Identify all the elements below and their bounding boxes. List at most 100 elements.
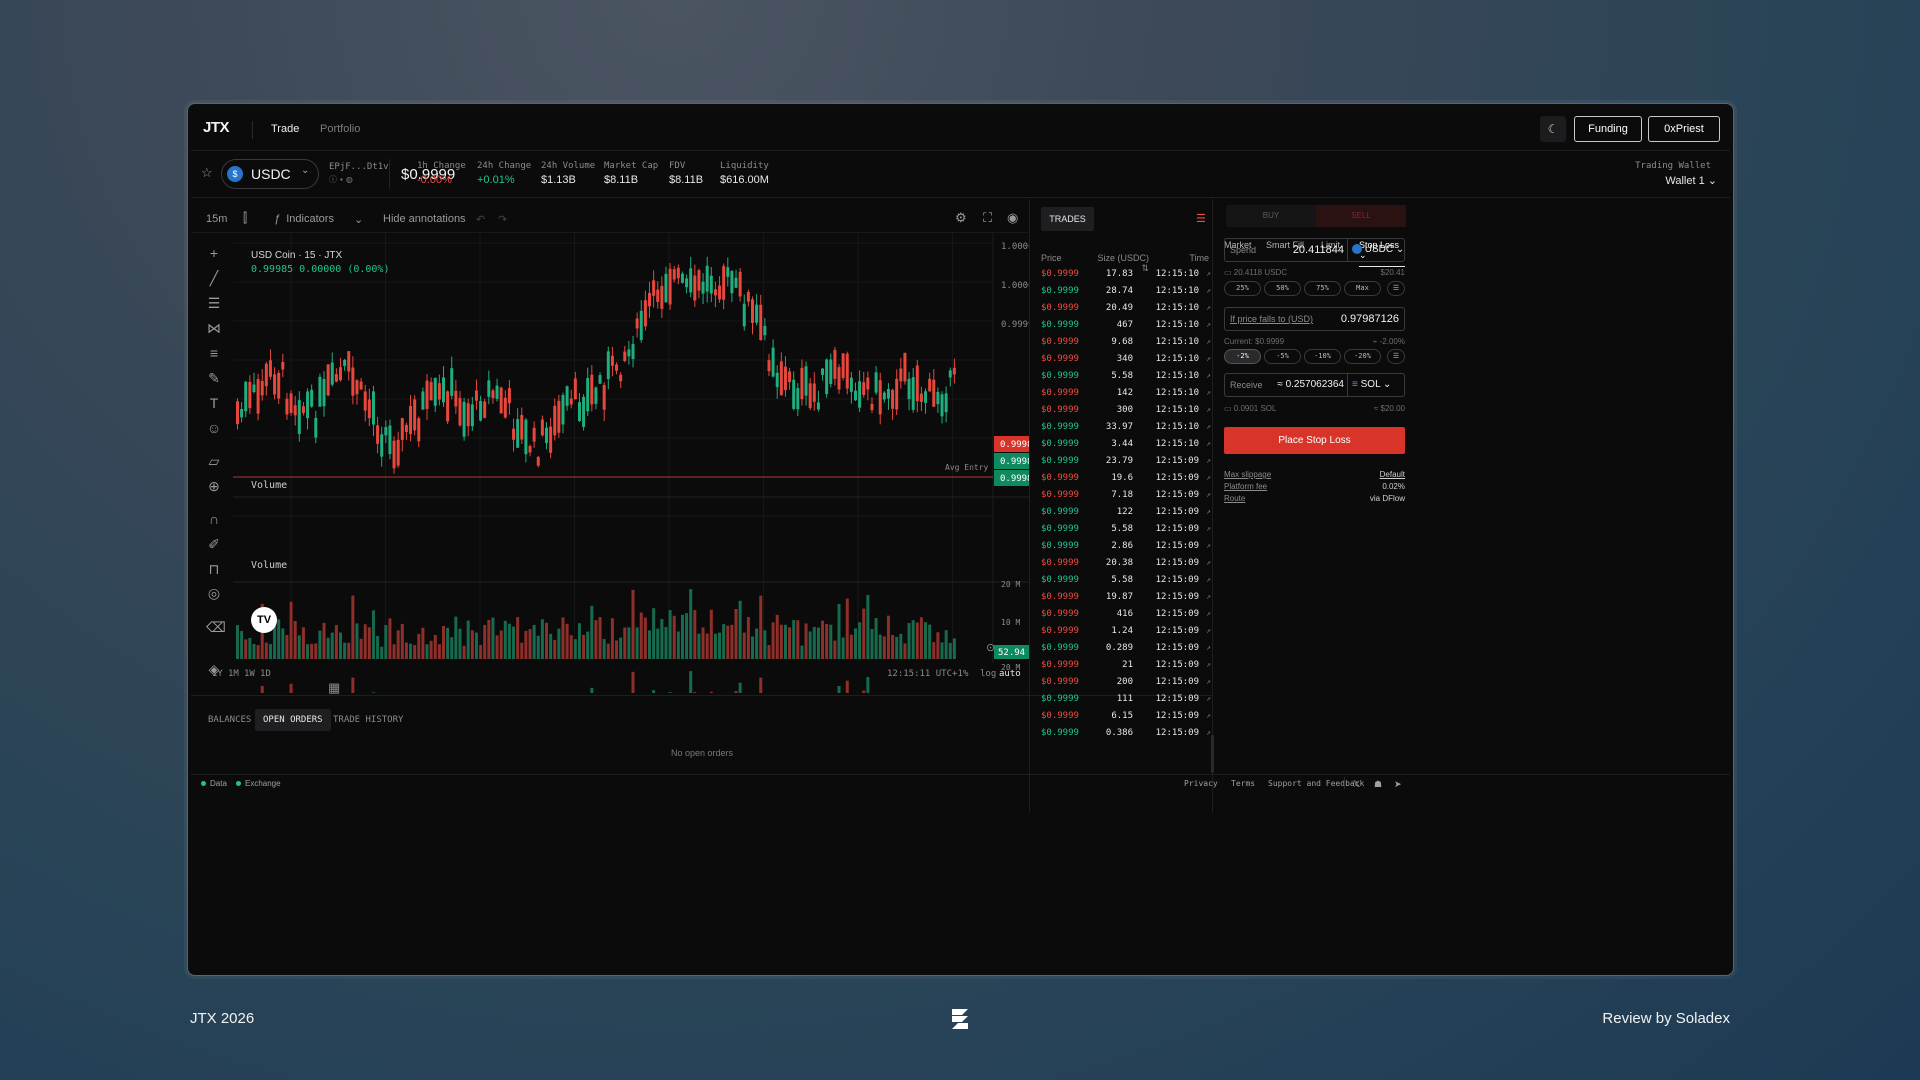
external-link-icon[interactable]: ↗ bbox=[1206, 694, 1211, 703]
crosshair-icon[interactable]: + bbox=[206, 245, 222, 261]
lock-drawing-icon[interactable]: ✐ bbox=[206, 536, 222, 552]
external-link-icon[interactable]: ↗ bbox=[1206, 269, 1211, 278]
amount-chip[interactable]: 25% bbox=[1224, 281, 1261, 296]
account-button[interactable]: 0xPriest bbox=[1648, 116, 1720, 142]
tab-trade-history[interactable]: TRADE HISTORY bbox=[325, 709, 411, 731]
external-link-icon[interactable]: ↗ bbox=[1206, 320, 1211, 329]
lock-icon[interactable]: ⊓ bbox=[206, 561, 222, 577]
amount-chip[interactable]: 75% bbox=[1304, 281, 1341, 296]
meta-label[interactable]: Platform fee bbox=[1224, 482, 1267, 491]
external-link-icon[interactable]: ↗ bbox=[1206, 728, 1211, 737]
tradingview-logo[interactable]: TV bbox=[251, 607, 277, 633]
price-chart[interactable]: 1.000051.000000.999950.999800.99975Avg E… bbox=[233, 233, 1029, 693]
interval-selector[interactable]: 15m bbox=[206, 213, 227, 225]
nav-trade-link[interactable]: Trade bbox=[271, 123, 299, 135]
telegram-icon[interactable]: ➤ bbox=[1394, 779, 1402, 790]
receive-token-selector[interactable]: ≡ SOL ⌄ bbox=[1352, 379, 1391, 390]
support-link[interactable]: Support and Feedback bbox=[1268, 779, 1364, 788]
external-link-icon[interactable]: ↗ bbox=[1206, 558, 1211, 567]
undo-icon[interactable]: ↶ bbox=[476, 213, 485, 226]
trash-icon[interactable]: ⌫ bbox=[206, 619, 226, 635]
eye-icon[interactable]: ◎ bbox=[206, 585, 222, 601]
sell-tab[interactable]: SELL bbox=[1316, 205, 1406, 227]
external-link-icon[interactable]: ↗ bbox=[1206, 677, 1211, 686]
meta-label[interactable]: Route bbox=[1224, 494, 1245, 503]
fib-icon[interactable]: ≡ bbox=[206, 345, 222, 361]
log-scale[interactable]: log bbox=[980, 669, 996, 679]
range-button[interactable]: 1Y bbox=[212, 669, 223, 679]
external-link-icon[interactable]: ↗ bbox=[1206, 626, 1211, 635]
external-link-icon[interactable]: ↗ bbox=[1206, 643, 1211, 652]
percent-chip[interactable]: -2% bbox=[1224, 349, 1261, 364]
auto-scale[interactable]: auto bbox=[999, 669, 1021, 679]
camera-icon[interactable]: ◉ bbox=[1007, 210, 1018, 226]
discord-icon[interactable]: ☗ bbox=[1374, 779, 1382, 790]
range-button[interactable]: 1D bbox=[260, 669, 271, 679]
magnet-icon[interactable]: ∩ bbox=[206, 511, 222, 527]
external-link-icon[interactable]: ↗ bbox=[1206, 490, 1211, 499]
tab-balances[interactable]: BALANCES bbox=[200, 709, 259, 731]
percent-chip[interactable]: -5% bbox=[1264, 349, 1301, 364]
ruler-icon[interactable]: ▱ bbox=[206, 453, 222, 469]
external-link-icon[interactable]: ↗ bbox=[1206, 711, 1211, 720]
external-link-icon[interactable]: ↗ bbox=[1206, 422, 1211, 431]
emoji-icon[interactable]: ☺ bbox=[206, 420, 222, 436]
amount-chip[interactable]: 50% bbox=[1264, 281, 1301, 296]
external-link-icon[interactable]: ↗ bbox=[1206, 439, 1211, 448]
external-link-icon[interactable]: ↗ bbox=[1206, 456, 1211, 465]
brush-icon[interactable]: ✎ bbox=[206, 370, 222, 386]
external-link-icon[interactable]: ↗ bbox=[1206, 337, 1211, 346]
pattern-icon[interactable]: ⋈ bbox=[206, 320, 222, 336]
external-link-icon[interactable]: ↗ bbox=[1206, 507, 1211, 516]
scrollbar[interactable] bbox=[1211, 735, 1214, 773]
funding-button[interactable]: Funding bbox=[1574, 116, 1642, 142]
indicators-button[interactable]: ƒ Indicators bbox=[274, 213, 334, 225]
percent-chip[interactable]: -20% bbox=[1344, 349, 1381, 364]
external-link-icon[interactable]: ↗ bbox=[1206, 371, 1211, 380]
external-link-icon[interactable]: ↗ bbox=[1206, 354, 1211, 363]
external-link-icon[interactable]: ↗ bbox=[1206, 388, 1211, 397]
chart-settings-icon[interactable]: ⊙ bbox=[986, 641, 995, 654]
privacy-link[interactable]: Privacy bbox=[1184, 779, 1218, 788]
nav-portfolio-link[interactable]: Portfolio bbox=[320, 123, 360, 135]
place-stop-loss-button[interactable]: Place Stop Loss bbox=[1224, 427, 1405, 454]
orderbook-toggle-icon[interactable]: ☰ bbox=[1196, 212, 1206, 225]
hide-annotations-button[interactable]: Hide annotations bbox=[383, 213, 466, 225]
horizontal-lines-icon[interactable]: ☰ bbox=[206, 295, 222, 311]
percent-scale[interactable]: % bbox=[963, 669, 968, 679]
x-icon[interactable]: 𝕏 bbox=[1353, 779, 1360, 790]
trendline-icon[interactable]: ╱ bbox=[206, 270, 222, 286]
external-link-icon[interactable]: ↗ bbox=[1206, 405, 1211, 414]
fullscreen-icon[interactable]: ⛶ bbox=[983, 210, 992, 226]
external-link-icon[interactable]: ↗ bbox=[1206, 541, 1211, 550]
trigger-input[interactable]: 0.97987126 bbox=[1331, 313, 1399, 325]
meta-label[interactable]: Max slippage bbox=[1224, 470, 1271, 479]
star-icon[interactable]: ☆ bbox=[201, 165, 213, 181]
percent-chip[interactable]: -10% bbox=[1304, 349, 1341, 364]
calendar-icon[interactable]: ▦ bbox=[328, 680, 340, 696]
redo-icon[interactable]: ↷ bbox=[498, 213, 507, 226]
chevron-down-icon[interactable]: ⌄ bbox=[354, 213, 363, 226]
buy-tab[interactable]: BUY bbox=[1226, 205, 1316, 227]
external-link-icon[interactable]: ↗ bbox=[1206, 575, 1211, 584]
range-button[interactable]: 1M bbox=[228, 669, 239, 679]
custom-percent-icon[interactable]: ☰ bbox=[1387, 349, 1405, 364]
tab-open-orders[interactable]: OPEN ORDERS bbox=[255, 709, 331, 731]
theme-toggle-button[interactable]: ☾ bbox=[1540, 116, 1566, 142]
candle-type-icon[interactable]: ⫿ bbox=[243, 210, 247, 226]
spend-token-selector[interactable]: USDC ⌄ bbox=[1352, 244, 1404, 255]
external-link-icon[interactable]: ↗ bbox=[1206, 303, 1211, 312]
amount-chip[interactable]: Max bbox=[1344, 281, 1381, 296]
tab-trades[interactable]: TRADES bbox=[1041, 207, 1094, 231]
meta-value[interactable]: Default bbox=[1345, 470, 1405, 479]
external-link-icon[interactable]: ↗ bbox=[1206, 286, 1211, 295]
token-address[interactable]: EPjF...Dt1v bbox=[329, 162, 389, 172]
range-button[interactable]: 1W bbox=[244, 669, 255, 679]
logo[interactable]: JTX bbox=[203, 119, 230, 136]
external-link-icon[interactable]: ↗ bbox=[1206, 609, 1211, 618]
zoom-in-icon[interactable]: ⊕ bbox=[206, 478, 222, 494]
custom-amount-icon[interactable]: ☰ bbox=[1387, 281, 1405, 296]
external-link-icon[interactable]: ↗ bbox=[1206, 524, 1211, 533]
text-icon[interactable]: T bbox=[206, 395, 222, 411]
token-link-icons[interactable]: ⓘ▪◍ bbox=[329, 174, 356, 185]
